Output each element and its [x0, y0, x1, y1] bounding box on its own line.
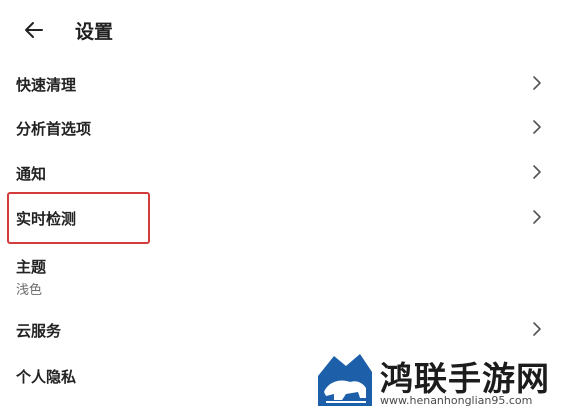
page-title: 设置: [75, 21, 114, 43]
settings-item-label: 快速清理: [16, 76, 77, 94]
settings-item-realtime-detection[interactable]: 实时检测: [0, 196, 562, 240]
settings-item-analysis-preferences[interactable]: 分析首选项: [0, 108, 562, 148]
chevron-right-icon: [533, 165, 541, 179]
chevron-right-icon: [533, 322, 541, 336]
settings-item-label: 分析首选项: [16, 120, 92, 138]
settings-item-theme[interactable]: 主题 浅色: [0, 250, 562, 300]
bison-logo: [318, 354, 372, 406]
settings-item-label: 实时检测: [16, 210, 77, 228]
watermark-brand: 鸿联手游网: [380, 359, 550, 398]
theme-value: 浅色: [16, 283, 43, 298]
settings-item-label: 主题: [16, 258, 47, 276]
watermark-url: www.henanhonglian95.com: [380, 394, 533, 407]
settings-item-quick-clean[interactable]: 快速清理: [0, 64, 562, 104]
settings-item-label: 个人隐私: [16, 368, 77, 386]
settings-item-label: 通知: [16, 165, 47, 183]
watermark: 鸿联手游网 www.henanhonglian95.com: [314, 350, 562, 412]
settings-item-cloud-service[interactable]: 云服务: [0, 310, 562, 350]
arrow-left-icon[interactable]: [22, 18, 46, 42]
settings-item-label: 云服务: [16, 322, 62, 340]
chevron-right-icon: [533, 76, 541, 90]
settings-item-notifications[interactable]: 通知: [0, 152, 562, 192]
top-bar: 设置: [0, 0, 562, 60]
chevron-right-icon: [533, 120, 541, 134]
chevron-right-icon: [533, 210, 541, 224]
